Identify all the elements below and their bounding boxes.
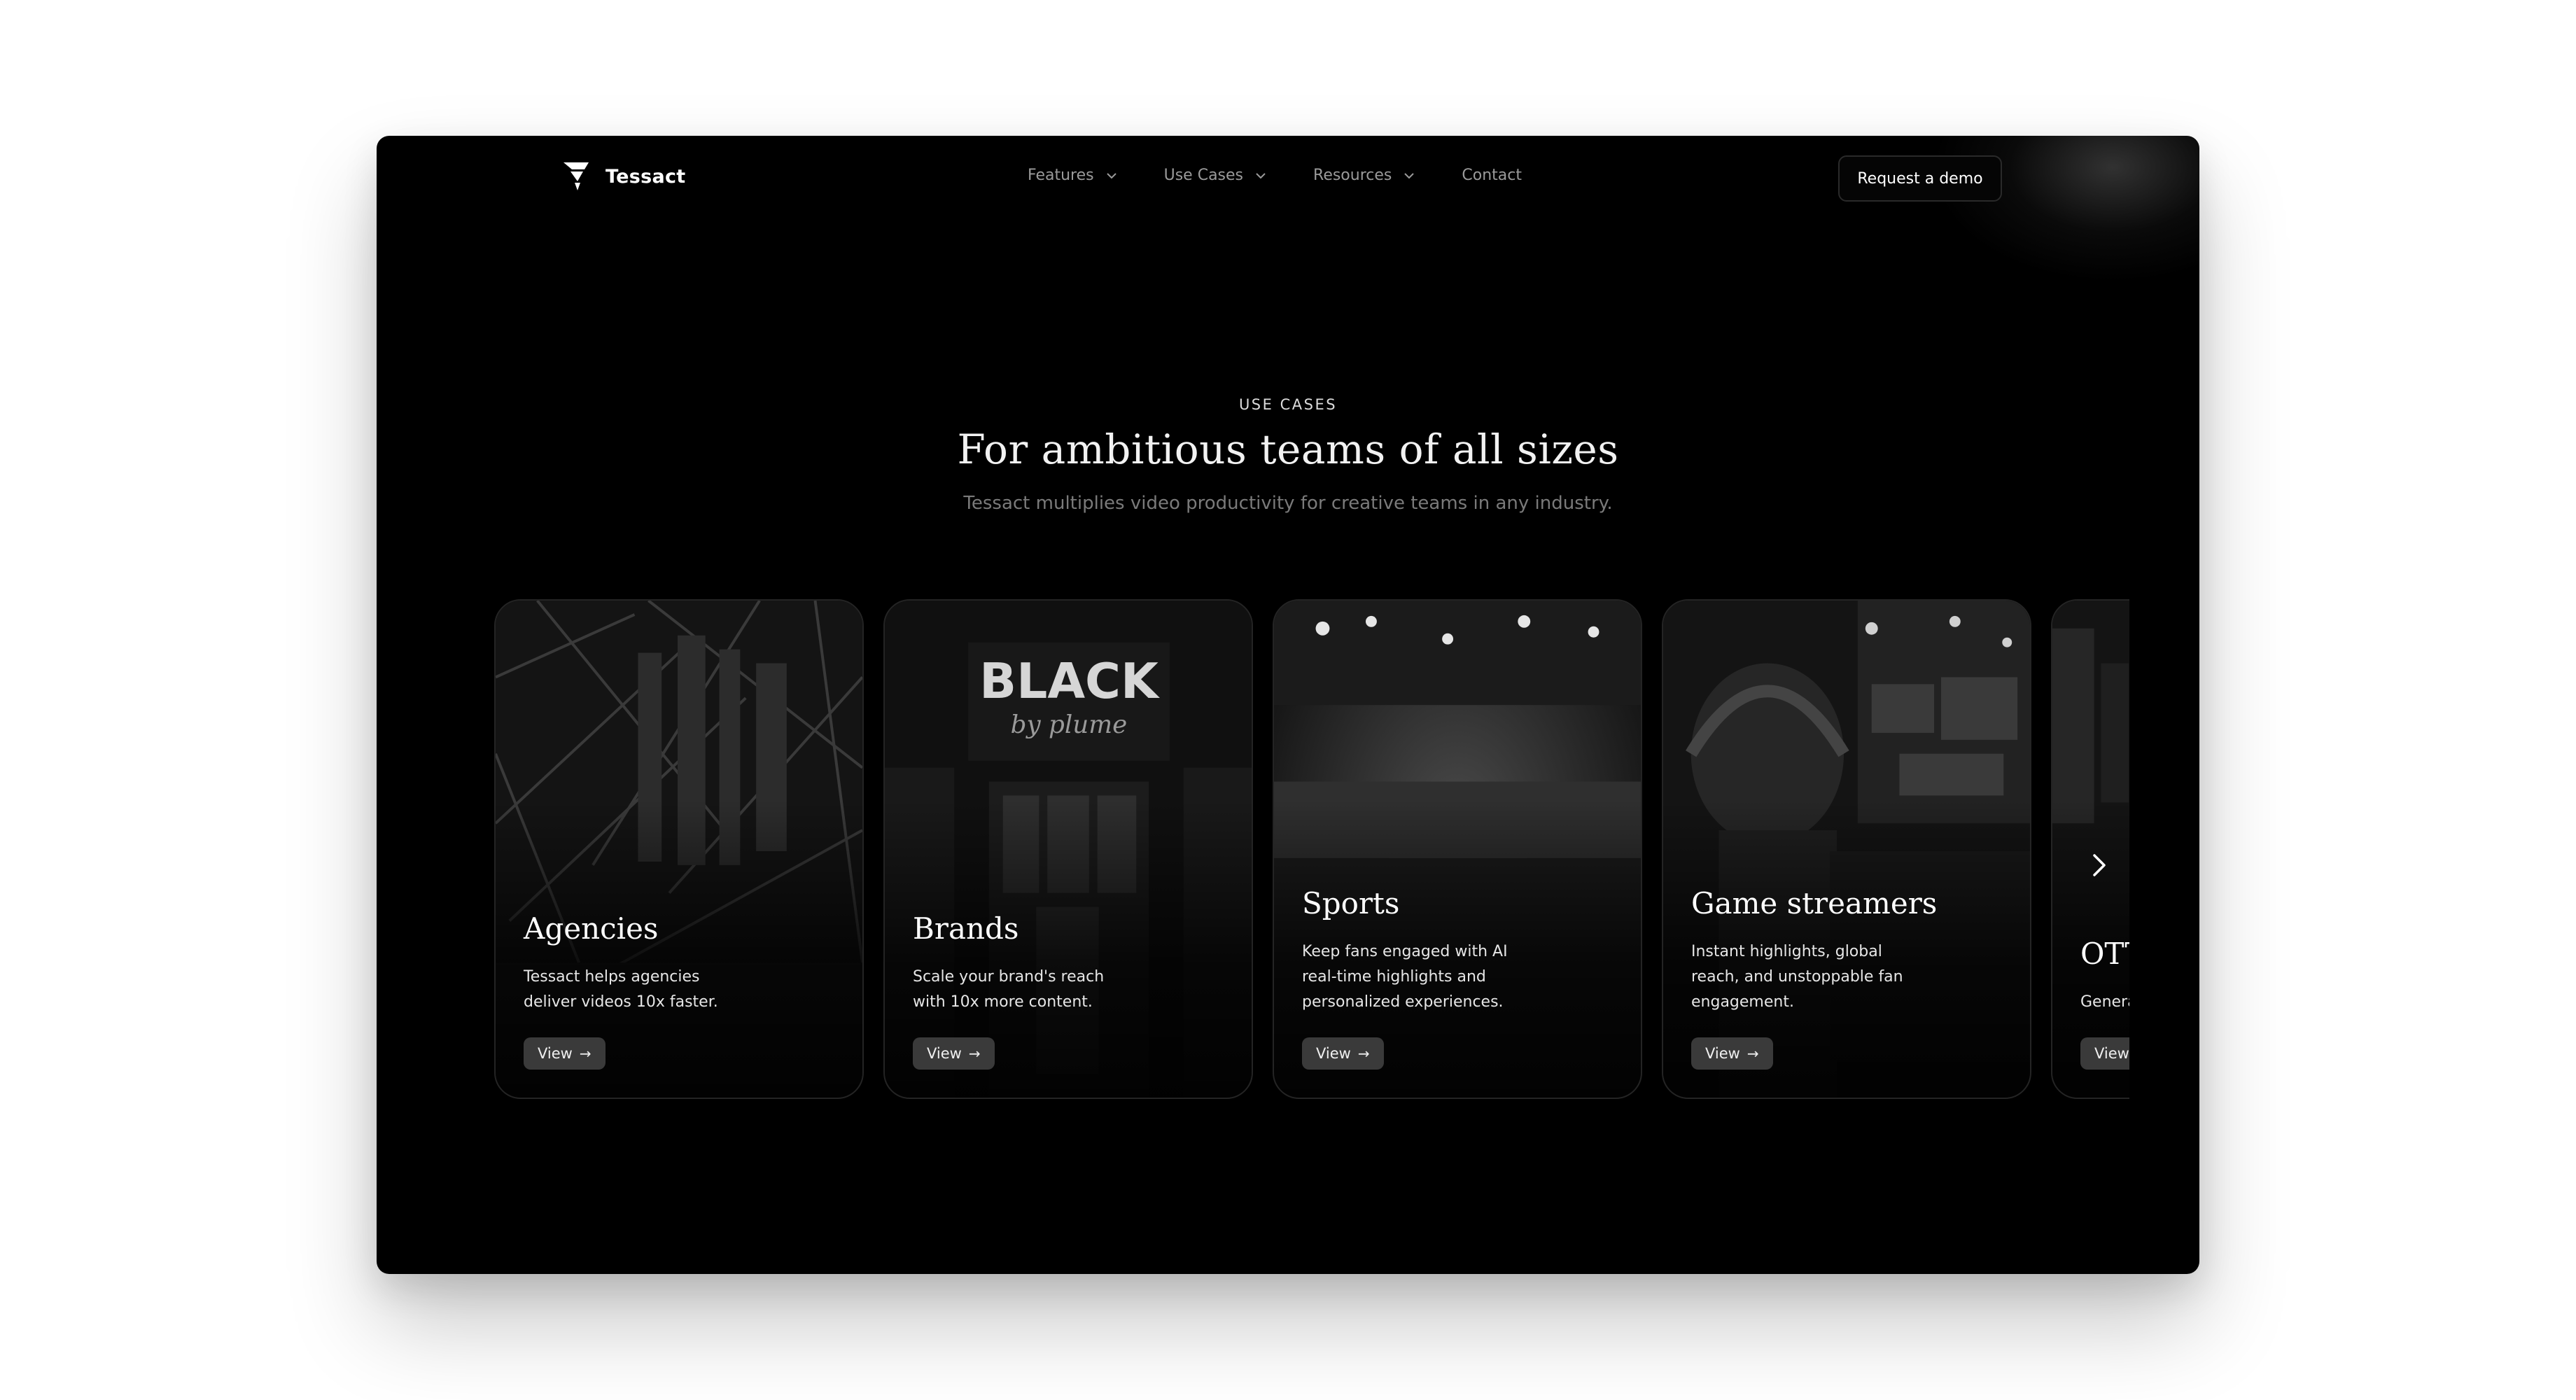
view-button[interactable]: View → [1302, 1037, 1384, 1070]
nav-label: Contact [1462, 167, 1522, 184]
arrow-right-icon: → [1357, 1045, 1370, 1062]
store-sign: BLACK [979, 653, 1160, 710]
nav-use-cases[interactable]: Use Cases [1164, 167, 1267, 184]
arrow-right-icon: → [1746, 1045, 1759, 1062]
nav-label: Use Cases [1163, 167, 1244, 184]
card-content: Brands Scale your brand's reach with 10x… [913, 911, 1231, 1070]
arrow-right-icon: → [968, 1045, 981, 1062]
view-label: View [1705, 1045, 1740, 1062]
logo[interactable]: Tessact [562, 161, 686, 192]
nav-contact[interactable]: Contact [1462, 167, 1522, 184]
card-description: Keep fans engaged with AI real-time high… [1302, 943, 1508, 1011]
brand-name: Tessact [606, 165, 686, 188]
nav-resources[interactable]: Resources [1313, 167, 1415, 184]
card-content: Sports Keep fans engaged with AI real-ti… [1302, 886, 1620, 1070]
card-description: Instant highlights, global reach, and un… [1691, 943, 1903, 1011]
use-case-card-agencies[interactable]: Agencies Tessact helps agencies deliver … [494, 599, 864, 1099]
card-description: Tessact helps agencies deliver videos 10… [524, 968, 718, 1011]
request-demo-button[interactable]: Request a demo [1838, 155, 2002, 202]
main-nav: Features Use Cases Resources Contact [1028, 167, 1568, 184]
card-title: Agencies [524, 911, 659, 946]
section-title: For ambitious teams of all sizes [957, 426, 1619, 473]
nav-label: Resources [1313, 167, 1392, 184]
use-case-card-game-streamers[interactable]: Game streamers Instant highlights, globa… [1662, 599, 2031, 1099]
chevron-down-icon [1404, 172, 1415, 178]
view-button[interactable]: View → [2080, 1037, 2129, 1070]
view-label: View [2094, 1045, 2129, 1062]
view-label: View [927, 1045, 962, 1062]
carousel-next-button[interactable] [2074, 841, 2123, 890]
card-title: Sports [1302, 886, 1400, 920]
card-title: Brands [913, 911, 1019, 946]
chevron-down-icon [1256, 172, 1266, 178]
card-description: Scale your brand's reach with 10x more c… [913, 968, 1105, 1011]
view-button[interactable]: View → [913, 1037, 995, 1070]
use-case-carousel: Agencies Tessact helps agencies deliver … [494, 599, 2129, 1102]
card-content: OTT Generate edits to View → [2080, 937, 2129, 1070]
view-label: View [1316, 1045, 1351, 1062]
store-sign-script: by plume [1011, 710, 1128, 739]
card-title: Game streamers [1691, 886, 1938, 920]
arrow-right-icon: → [579, 1045, 592, 1062]
app-window: Tessact Features Use Cases Resources Con… [377, 136, 2199, 1274]
use-case-card-brands[interactable]: BLACK by plume Brands Scale your brand's… [883, 599, 1253, 1099]
section-subtitle: Tessact multiplies video productivity fo… [963, 493, 1613, 514]
nav-label: Features [1028, 167, 1094, 184]
chevron-right-icon [2093, 854, 2106, 876]
card-content: Game streamers Instant highlights, globa… [1691, 886, 2009, 1070]
view-button[interactable]: View → [1691, 1037, 1773, 1070]
card-description: Generate edits to [2080, 993, 2129, 1011]
section-eyebrow: USE CASES [1238, 396, 1338, 413]
card-title: OTT [2080, 937, 2129, 971]
view-button[interactable]: View → [524, 1037, 606, 1070]
view-label: View [538, 1045, 573, 1062]
use-case-card-sports[interactable]: Sports Keep fans engaged with AI real-ti… [1273, 599, 1642, 1099]
card-content: Agencies Tessact helps agencies deliver … [524, 911, 841, 1070]
nav-features[interactable]: Features [1028, 167, 1118, 184]
tessact-logo-icon [564, 162, 589, 190]
chevron-down-icon [1106, 172, 1116, 178]
